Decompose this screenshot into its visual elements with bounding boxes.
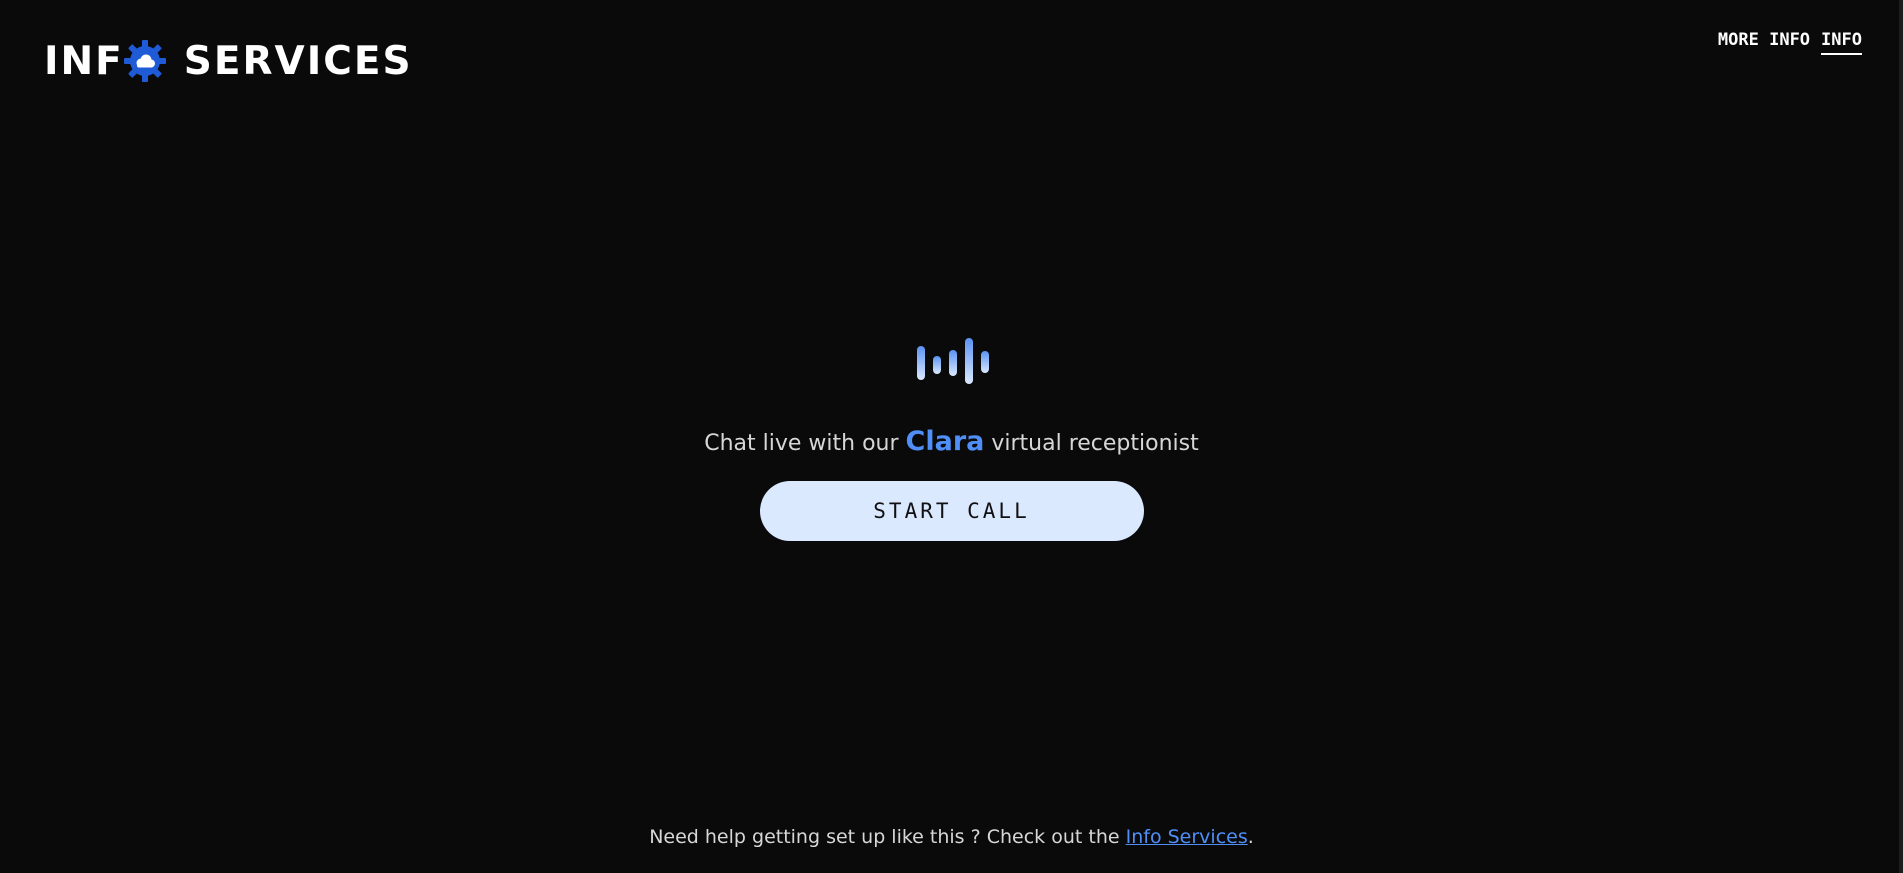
info-services-link[interactable]: Info Services (1126, 826, 1248, 848)
nav-link-info[interactable]: INFO (1821, 30, 1862, 55)
footer-period: . (1247, 826, 1254, 848)
logo-text-part1: INF (44, 38, 124, 84)
gear-cloud-icon (123, 39, 167, 83)
start-call-button[interactable]: START CALL (759, 481, 1144, 541)
brand-name: Clara (905, 426, 985, 457)
footer-text: Need help getting set up like this ? Che… (649, 826, 1126, 848)
hero: Chat live with our Clara virtual recepti… (0, 334, 1903, 541)
footer: Need help getting set up like this ? Che… (0, 826, 1903, 848)
tagline-text-after: virtual receptionist (984, 431, 1199, 456)
nav-link-more-info[interactable]: MORE INFO (1718, 30, 1810, 55)
tagline-text-before: Chat live with our (704, 431, 906, 456)
logo[interactable]: INF SERVICES (44, 38, 413, 84)
logo-text-part2: SERVICES (183, 38, 413, 84)
audio-wave-icon (916, 338, 989, 384)
top-nav: MORE INFO INFO (1718, 30, 1862, 55)
tagline: Chat live with our Clara virtual recepti… (704, 426, 1199, 457)
